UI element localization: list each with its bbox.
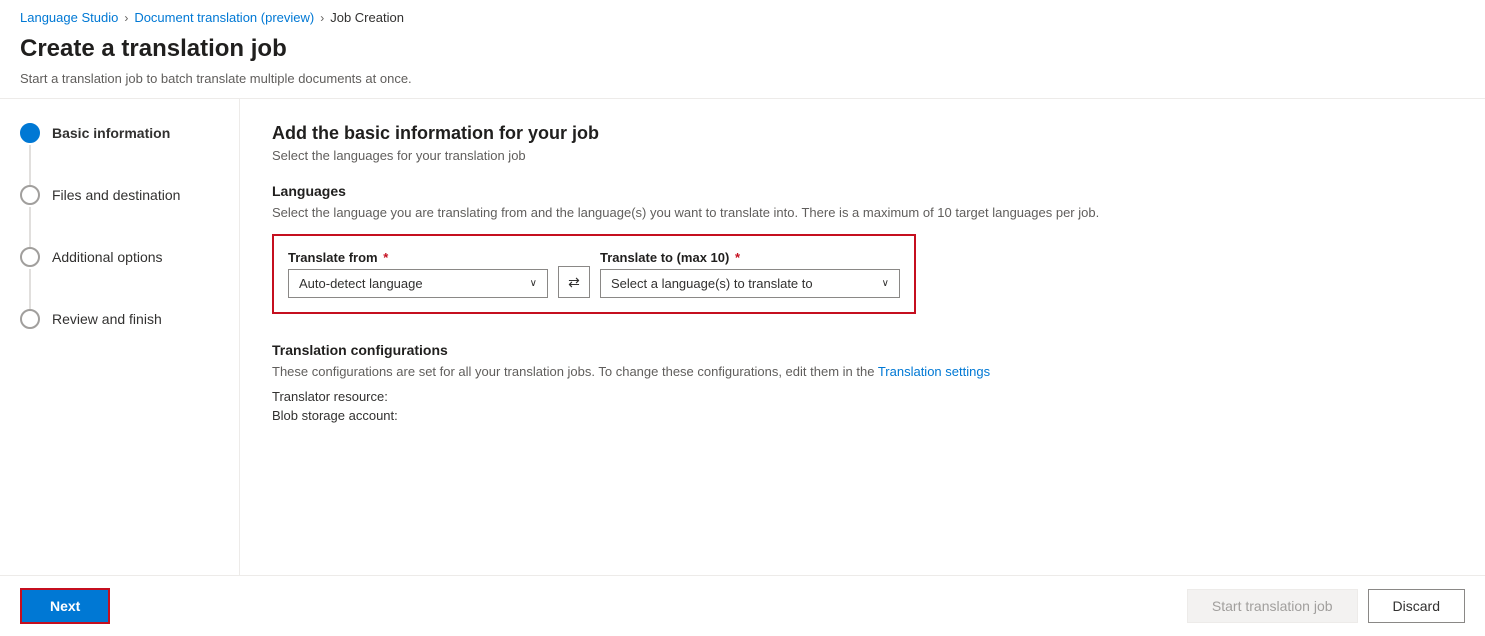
step-line-1 <box>29 145 31 185</box>
required-star-from: * <box>380 250 389 265</box>
page-title: Create a translation job <box>0 31 1485 67</box>
translate-to-chevron-icon: ∨ <box>882 278 889 289</box>
footer-left: Next <box>20 588 110 624</box>
breadcrumb: Language Studio › Document translation (… <box>0 0 1485 31</box>
step-indicator-2 <box>20 185 40 247</box>
step-label-review-finish: Review and finish <box>52 309 162 330</box>
blob-storage-row: Blob storage account: <box>272 408 1453 423</box>
step-indicator-3 <box>20 247 40 309</box>
page-subtitle: Start a translation job to batch transla… <box>0 67 1485 98</box>
translate-from-value: Auto-detect language <box>299 276 423 291</box>
footer-bar: Next Start translation job Discard <box>0 575 1485 636</box>
breadcrumb-separator-1: › <box>124 11 128 25</box>
breadcrumb-link-language-studio[interactable]: Language Studio <box>20 10 118 25</box>
translate-from-chevron-icon: ∨ <box>530 278 537 289</box>
section-title: Add the basic information for your job <box>272 123 1453 144</box>
swap-languages-button[interactable]: ⇄ <box>558 266 590 298</box>
languages-heading: Languages <box>272 183 1453 199</box>
translate-from-dropdown[interactable]: Auto-detect language ∨ <box>288 269 548 298</box>
step-circle-1 <box>20 123 40 143</box>
step-line-3 <box>29 269 31 309</box>
start-translation-button: Start translation job <box>1187 589 1358 623</box>
translate-from-field: Translate from * Auto-detect language ∨ <box>288 250 548 298</box>
translator-resource-row: Translator resource: <box>272 389 1453 404</box>
step-line-2 <box>29 207 31 247</box>
step-circle-3 <box>20 247 40 267</box>
translate-to-field: Translate to (max 10) * Select a languag… <box>600 250 900 298</box>
sidebar-step-basic-information[interactable]: Basic information <box>20 123 239 185</box>
step-label-basic-information: Basic information <box>52 123 170 144</box>
breadcrumb-separator-2: › <box>320 11 324 25</box>
translate-to-dropdown[interactable]: Select a language(s) to translate to ∨ <box>600 269 900 298</box>
breadcrumb-link-document-translation[interactable]: Document translation (preview) <box>134 10 314 25</box>
translation-settings-link[interactable]: Translation settings <box>878 364 990 379</box>
sidebar-step-review-finish[interactable]: Review and finish <box>20 309 239 330</box>
step-indicator-4 <box>20 309 40 329</box>
discard-button[interactable]: Discard <box>1368 589 1465 623</box>
step-label-files-destination: Files and destination <box>52 185 180 206</box>
configs-description: These configurations are set for all you… <box>272 364 1453 379</box>
step-indicator-1 <box>20 123 40 185</box>
footer-right: Start translation job Discard <box>1187 589 1465 623</box>
step-circle-2 <box>20 185 40 205</box>
sidebar-step-additional-options[interactable]: Additional options <box>20 247 239 309</box>
section-subtitle: Select the languages for your translatio… <box>272 148 1453 163</box>
languages-description: Select the language you are translating … <box>272 205 1453 220</box>
main-content: Add the basic information for your job S… <box>240 99 1485 575</box>
breadcrumb-current: Job Creation <box>330 10 404 25</box>
step-circle-4 <box>20 309 40 329</box>
sidebar: Basic information Files and destination … <box>0 99 240 575</box>
translate-to-label: Translate to (max 10) * <box>600 250 900 265</box>
step-label-additional-options: Additional options <box>52 247 163 268</box>
next-button[interactable]: Next <box>20 588 110 624</box>
configs-heading: Translation configurations <box>272 342 1453 358</box>
required-star-to: * <box>731 250 740 265</box>
sidebar-step-files-destination[interactable]: Files and destination <box>20 185 239 247</box>
language-selection-box: Translate from * Auto-detect language ∨ … <box>272 234 916 314</box>
translate-to-value: Select a language(s) to translate to <box>611 276 813 291</box>
translate-from-label: Translate from * <box>288 250 548 265</box>
translation-configs-section: Translation configurations These configu… <box>272 342 1453 423</box>
